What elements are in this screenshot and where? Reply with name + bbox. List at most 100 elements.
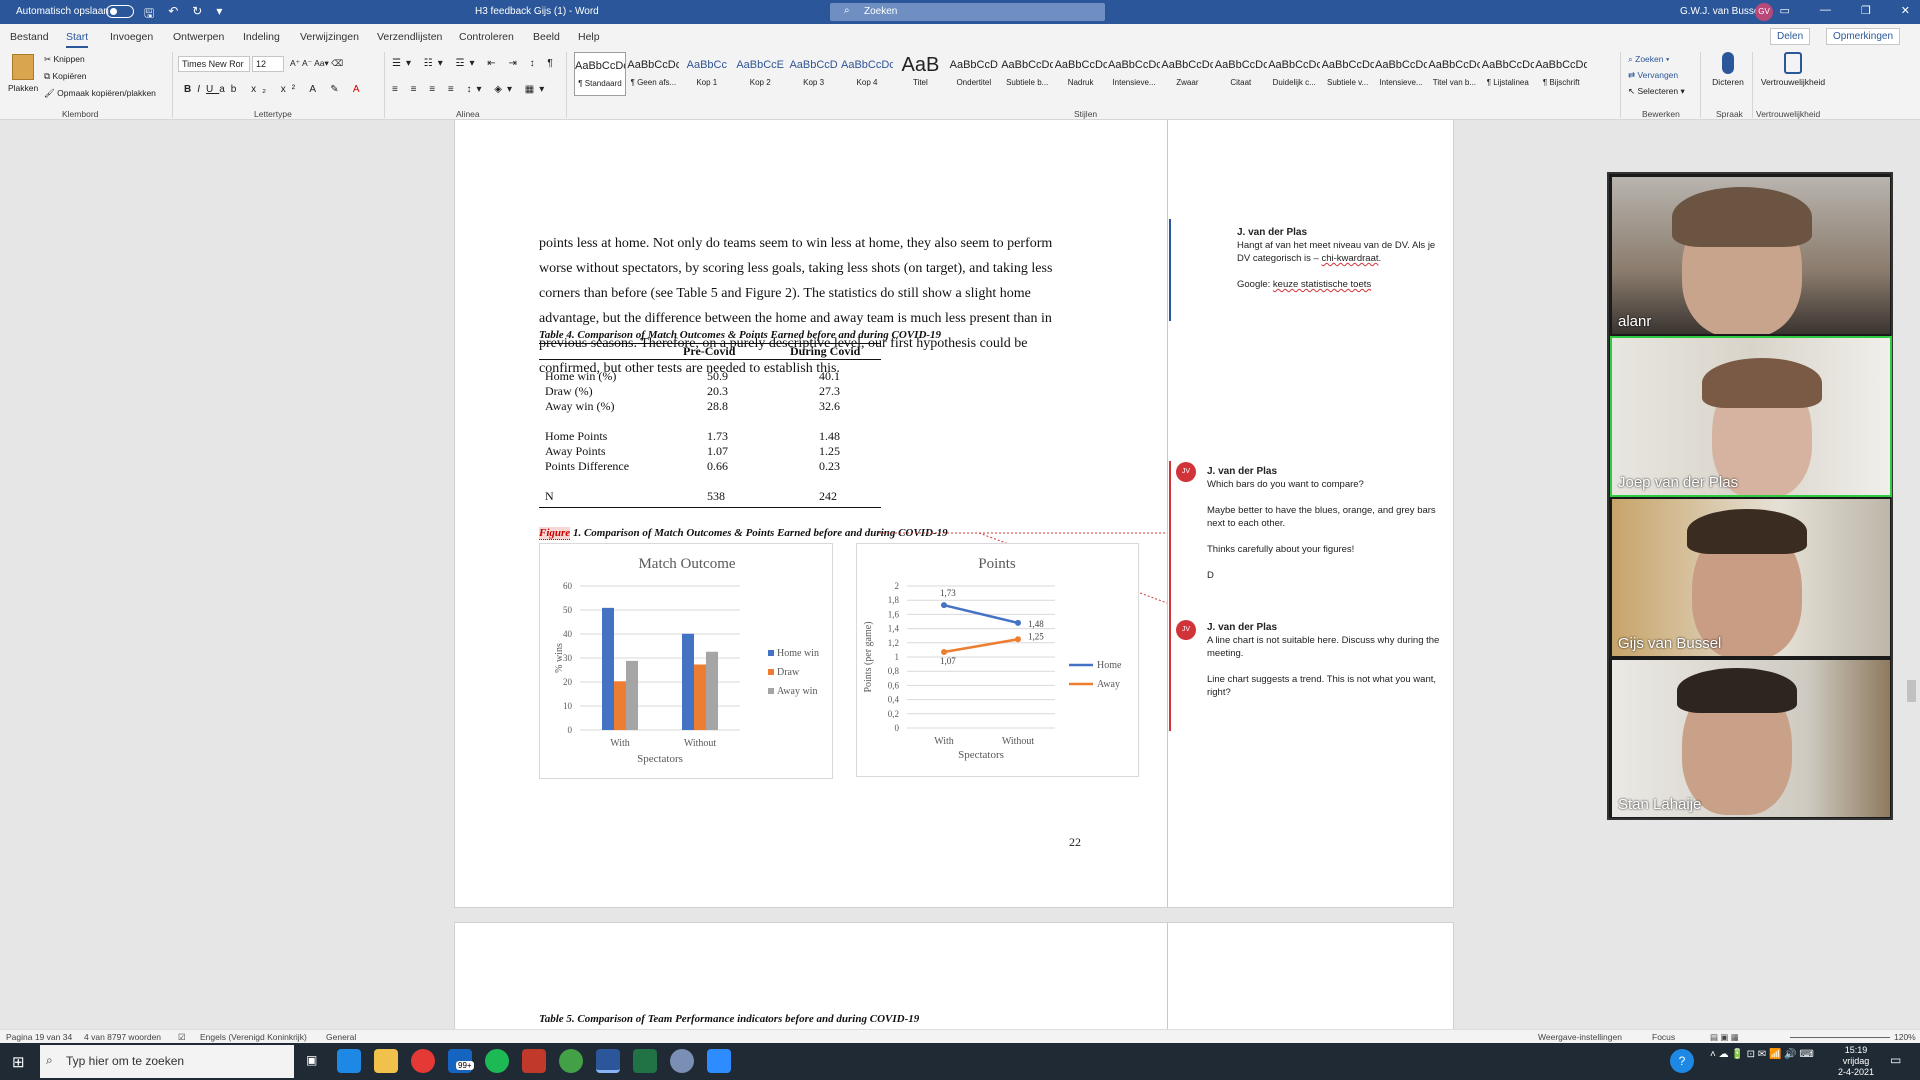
participant-tile[interactable]: Gijs van Bussel bbox=[1612, 499, 1890, 656]
replace-button[interactable]: ⇄ Vervangen bbox=[1628, 70, 1678, 81]
style-item[interactable]: AaBbCcDc Intensieve... bbox=[1108, 52, 1160, 96]
style-item[interactable]: AaBbCcDc ¶ Geen afs... bbox=[627, 52, 679, 96]
view-mode-icons[interactable]: ▤ ▣ ▦ bbox=[1710, 1032, 1739, 1043]
vertical-scrollbar[interactable] bbox=[1903, 120, 1920, 1029]
minimize-icon[interactable]: — bbox=[1820, 4, 1831, 17]
system-tray-icons[interactable]: ˄ ☁ 🔋 ⊡ ✉ 📶 🔊 ⌨ bbox=[1710, 1049, 1814, 1060]
undo-icon[interactable]: ↶ bbox=[168, 4, 178, 25]
find-button[interactable]: ⌕ Zoeken ▾ bbox=[1628, 54, 1669, 65]
table-caption[interactable]: Table 4. Comparison of Match Outcomes & … bbox=[539, 329, 941, 341]
select-button[interactable]: ↖ Selecteren ▾ bbox=[1628, 86, 1685, 97]
comment-2[interactable]: J. van der Plas Which bars do you want t… bbox=[1207, 465, 1447, 582]
app-icon[interactable] bbox=[522, 1049, 546, 1073]
grow-font-icon[interactable]: A⁺ A⁻ Aa▾ ⌫ bbox=[290, 58, 343, 69]
share-button[interactable]: Delen bbox=[1770, 28, 1811, 45]
tab-invoegen[interactable]: Invoegen bbox=[110, 31, 153, 43]
comment-3[interactable]: J. van der Plas A line chart is not suit… bbox=[1207, 621, 1447, 699]
tab-start[interactable]: Start bbox=[66, 31, 89, 48]
dictate-button[interactable]: Dicteren bbox=[1710, 52, 1746, 88]
style-item[interactable]: AaBbCcDc Zwaar bbox=[1161, 52, 1213, 96]
participant-tile[interactable]: Stan Lahaije bbox=[1612, 660, 1890, 817]
table5-caption[interactable]: Table 5. Comparison of Team Performance … bbox=[539, 1013, 919, 1025]
edge-icon[interactable] bbox=[337, 1049, 361, 1073]
comment-1[interactable]: J. van der Plas Hangt af van het meet ni… bbox=[1237, 226, 1445, 291]
redo-icon[interactable]: ↻ bbox=[192, 4, 202, 25]
chrome-profile-icon[interactable] bbox=[559, 1049, 583, 1073]
scrollbar-thumb[interactable] bbox=[1907, 680, 1916, 702]
font-formatting-icons[interactable]: BIUab x₂ x² A ✎ A bbox=[184, 84, 366, 95]
format-painter-button[interactable]: 🖌 Opmaak kopiëren/plakken bbox=[44, 88, 156, 99]
tab-controleren[interactable]: Controleren bbox=[459, 31, 514, 43]
mail-icon[interactable]: 99+ bbox=[448, 1049, 474, 1073]
tab-verzendlijsten[interactable]: Verzendlijsten bbox=[377, 31, 442, 43]
sensitivity-button[interactable]: Vertrouwelijkheid bbox=[1756, 52, 1830, 88]
sensitivity-label[interactable]: General bbox=[326, 1032, 356, 1042]
participant-tile[interactable]: Joep van der Plas bbox=[1610, 336, 1892, 497]
zoom-level[interactable]: 120% bbox=[1894, 1032, 1916, 1042]
alignment-icons[interactable]: ≡ ≡ ≡ ≡ ↕▾ ◈▾ ▦▾ bbox=[392, 84, 549, 95]
style-item[interactable]: AaB Titel bbox=[894, 52, 946, 96]
autosave-toggle[interactable] bbox=[106, 5, 134, 18]
clock[interactable]: 15:19 vrijdag 2-4-2021 bbox=[1838, 1045, 1874, 1078]
font-name-select[interactable]: Times New Ror bbox=[178, 56, 250, 72]
style-item[interactable]: AaBbCc Kop 1 bbox=[681, 52, 733, 96]
excel-icon[interactable] bbox=[633, 1049, 657, 1073]
user-name[interactable]: G.W.J. van Bussel bbox=[1680, 6, 1762, 17]
notifications-icon[interactable]: ▭ bbox=[1890, 1053, 1901, 1067]
style-item[interactable]: AaBbCcDc ¶ Standaard bbox=[574, 52, 626, 96]
help-icon[interactable]: ? bbox=[1670, 1049, 1694, 1073]
style-item[interactable]: AaBbCcD Ondertitel bbox=[948, 52, 1000, 96]
ribbon-display-icon[interactable]: ▭ bbox=[1780, 4, 1790, 17]
copy-button[interactable]: ⧉ Kopiëren bbox=[44, 71, 86, 82]
points-chart[interactable]: Points 0 0,2 0,4 0,6 0,8 1 1,2 1,4 1,6 1,8 2 With Wit… bbox=[856, 543, 1139, 777]
zoom-icon[interactable] bbox=[707, 1049, 731, 1073]
spotify-icon[interactable] bbox=[485, 1049, 509, 1073]
style-item[interactable]: AaBbCcDdE¶ Bijschrift bbox=[1535, 52, 1587, 96]
taskbar-search[interactable]: ⌕ Typ hier om te zoeken bbox=[40, 1045, 294, 1078]
language-indicator[interactable]: Engels (Verenigd Koninkrijk) bbox=[200, 1032, 307, 1042]
style-item[interactable]: AaBbCcDc Citaat bbox=[1215, 52, 1267, 96]
display-settings-button[interactable]: Weergave-instellingen bbox=[1538, 1032, 1622, 1042]
cut-button[interactable]: ✂ Knippen bbox=[44, 54, 85, 65]
style-item[interactable]: AaBbCcD Kop 3 bbox=[788, 52, 840, 96]
comments-button[interactable]: Opmerkingen bbox=[1826, 28, 1901, 45]
list-icons[interactable]: ☰▾ ☷▾ ☲▾ ⇤ ⇥ ↕ ¶ bbox=[392, 58, 558, 69]
style-item[interactable]: AaBbCcDc Titel van b... bbox=[1428, 52, 1480, 96]
tab-verwijzingen[interactable]: Verwijzingen bbox=[300, 31, 359, 43]
document-page[interactable]: points less at home. Not only do teams s… bbox=[454, 120, 1454, 908]
tab-help[interactable]: Help bbox=[578, 31, 600, 43]
r-icon[interactable] bbox=[670, 1049, 694, 1073]
close-icon[interactable]: ✕ bbox=[1901, 4, 1910, 17]
participant-tile[interactable]: alanr bbox=[1612, 177, 1890, 334]
style-item[interactable]: AaBbCcDc Intensieve... bbox=[1375, 52, 1427, 96]
tab-bestand[interactable]: Bestand bbox=[10, 31, 49, 43]
match-outcome-chart[interactable]: Match Outcome 0 10 20 30 40 50 60 With Without Spe… bbox=[539, 543, 833, 779]
style-item[interactable]: AaBbCcDc Duidelijk c... bbox=[1268, 52, 1320, 96]
proofing-icon[interactable]: ☑ bbox=[178, 1032, 186, 1043]
customize-qat-icon[interactable]: ▾ bbox=[216, 4, 222, 25]
style-item[interactable]: AaBbCcDc Subtiele v... bbox=[1322, 52, 1374, 96]
style-item[interactable]: AaBbCcDc ¶ Lijstalinea bbox=[1482, 52, 1534, 96]
avatar[interactable]: GV bbox=[1755, 3, 1773, 21]
task-view-icon[interactable]: ▣ bbox=[306, 1053, 317, 1067]
tab-indeling[interactable]: Indeling bbox=[243, 31, 280, 43]
chrome-icon[interactable] bbox=[411, 1049, 435, 1073]
focus-button[interactable]: Focus bbox=[1652, 1032, 1675, 1042]
style-item[interactable]: AaBbCcE Kop 2 bbox=[734, 52, 786, 96]
word-icon[interactable] bbox=[596, 1049, 620, 1073]
style-item[interactable]: AaBbCcDc Subtiele b... bbox=[1001, 52, 1053, 96]
style-item[interactable]: AaBbCcDc Nadruk bbox=[1055, 52, 1107, 96]
windows-start-icon[interactable]: ⊞ bbox=[12, 1053, 25, 1071]
style-item[interactable]: AaBbCcDc Kop 4 bbox=[841, 52, 893, 96]
paste-button[interactable]: Plakken bbox=[8, 54, 38, 94]
save-icon[interactable]: 🖫 bbox=[144, 4, 154, 25]
font-size-select[interactable]: 12 bbox=[252, 56, 284, 72]
zoom-slider[interactable] bbox=[1790, 1037, 1890, 1038]
restore-icon[interactable]: ❐ bbox=[1861, 4, 1871, 17]
search-box[interactable]: ⌕ Zoeken bbox=[830, 3, 1105, 21]
tab-beeld[interactable]: Beeld bbox=[533, 31, 560, 43]
file-explorer-icon[interactable] bbox=[374, 1049, 398, 1073]
page-counter[interactable]: Pagina 19 van 34 bbox=[6, 1032, 72, 1042]
word-counter[interactable]: 4 van 8797 woorden bbox=[84, 1032, 161, 1042]
document-page-next[interactable]: Table 5. Comparison of Team Performance … bbox=[454, 922, 1454, 1034]
